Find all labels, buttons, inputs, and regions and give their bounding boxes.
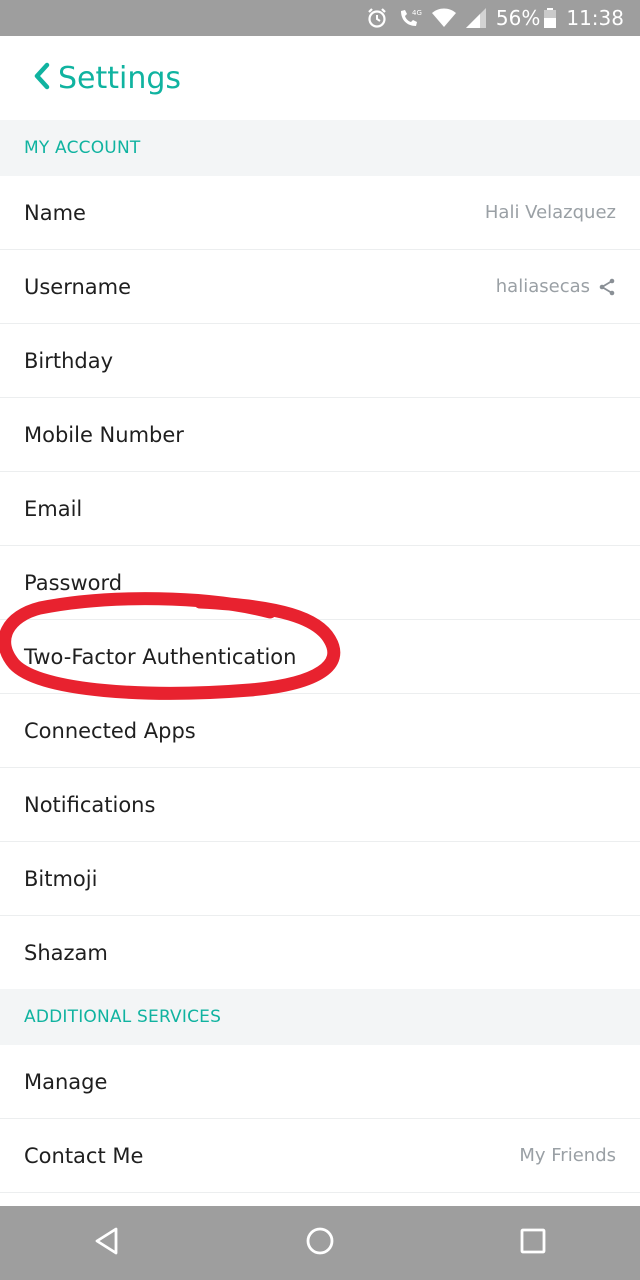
battery-text: 56% [495,6,541,30]
settings-row-notifications[interactable]: Notifications [0,768,640,842]
nav-recents-button[interactable] [493,1206,573,1280]
row-label: Username [24,274,132,299]
settings-row-birthday[interactable]: Birthday [0,324,640,398]
phone-4g-icon: 4G [398,7,422,29]
row-label: Bitmoji [24,866,98,891]
settings-row-name[interactable]: Name Hali Velazquez [0,176,640,250]
row-label: Notifications [24,792,156,817]
row-label: Manage [24,1069,108,1094]
settings-row-two-factor-authentication[interactable]: Two-Factor Authentication [0,620,640,694]
system-nav-bar [0,1206,640,1280]
settings-list: MY ACCOUNT Name Hali Velazquez Username … [0,120,640,1193]
page-title: Settings [58,60,182,96]
share-icon[interactable] [598,278,616,296]
home-circle-icon [305,1226,335,1261]
back-triangle-icon [92,1226,122,1261]
row-value-wrapper: haliasecas [496,276,616,297]
section-header-additional-services: ADDITIONAL SERVICES [0,989,640,1045]
settings-row-email[interactable]: Email [0,472,640,546]
row-label: Password [24,570,123,595]
settings-row-mobile-number[interactable]: Mobile Number [0,398,640,472]
row-label: Birthday [24,348,114,373]
settings-row-bitmoji[interactable]: Bitmoji [0,842,640,916]
recents-square-icon [519,1227,547,1260]
settings-row-username[interactable]: Username haliasecas [0,250,640,324]
app-header: Settings [0,36,640,120]
status-bar: 4G 56% 11:38 [0,0,640,36]
settings-row-shazam[interactable]: Shazam [0,916,640,989]
row-label: Shazam [24,940,108,965]
row-label: Mobile Number [24,422,184,447]
row-value: Hali Velazquez [484,202,616,223]
row-label: Connected Apps [24,718,196,743]
row-label: Name [24,200,86,225]
section-header-my-account: MY ACCOUNT [0,120,640,176]
settings-row-connected-apps[interactable]: Connected Apps [0,694,640,768]
back-button[interactable] [0,36,52,120]
row-label: Contact Me [24,1143,144,1168]
signal-icon [465,8,486,28]
row-label: Two-Factor Authentication [24,644,297,669]
settings-row-contact-me[interactable]: Contact Me My Friends [0,1119,640,1193]
wifi-icon [431,8,456,28]
row-label: Email [24,496,83,521]
row-value: haliasecas [495,276,590,297]
settings-row-manage[interactable]: Manage [0,1045,640,1119]
battery-icon [544,8,557,28]
nav-back-button[interactable] [67,1206,147,1280]
settings-row-password[interactable]: Password [0,546,640,620]
nav-home-button[interactable] [280,1206,360,1280]
clock-time: 11:38 [566,6,624,30]
row-value: My Friends [519,1145,616,1166]
alarm-icon [366,7,388,29]
svg-text:4G: 4G [412,9,422,17]
chevron-left-icon [32,62,52,95]
